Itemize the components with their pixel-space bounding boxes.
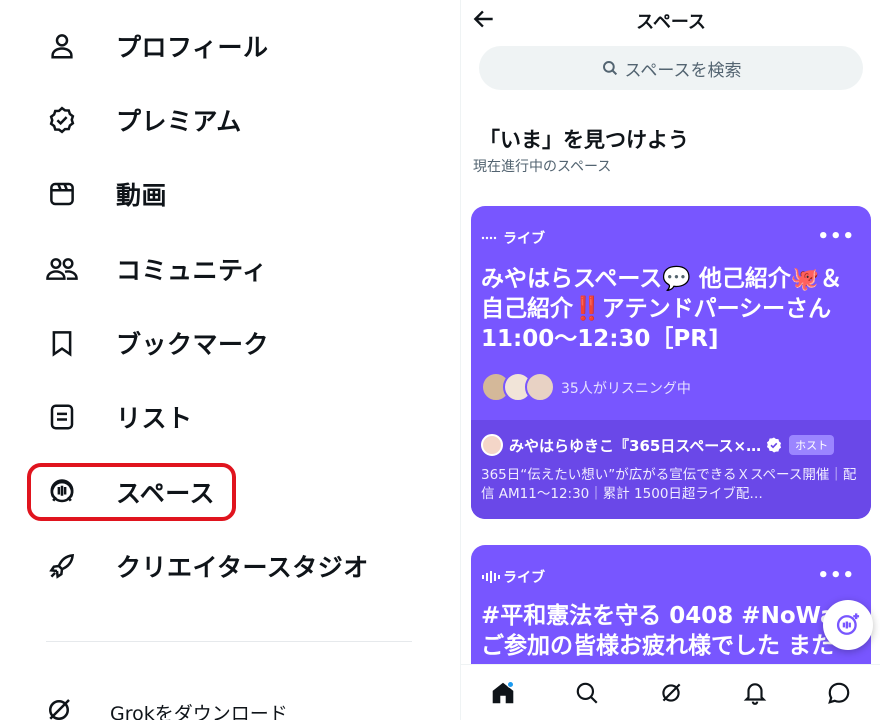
nav-search[interactable] — [567, 673, 607, 713]
space-card[interactable]: ライブ ••• みやはらスペース💬 他己紹介🐙＆自己紹介‼️アテンドパーシーさん… — [471, 206, 871, 519]
menu-item-label: 動画 — [116, 181, 168, 210]
host-section: みやはらゆきこ『365日スペース×… ホスト 365日“伝えたい想い”が広がる宣… — [471, 420, 871, 519]
search-placeholder: スペースを検索 — [624, 60, 742, 81]
listener-avatars — [481, 372, 555, 404]
notification-dot — [507, 680, 514, 688]
section-subtitle: 現在進行中のスペース — [473, 159, 612, 175]
notifications-icon — [743, 682, 767, 705]
live-indicator: ライブ — [481, 228, 545, 248]
menu-item-lists[interactable]: リスト — [44, 395, 192, 439]
menu-item-creator-studio[interactable]: クリエイタースタジオ — [44, 544, 368, 588]
host-avatar — [481, 434, 503, 456]
nav-notifications[interactable] — [735, 673, 775, 713]
menu-item-label: ブックマーク — [116, 330, 270, 359]
menu-item-video[interactable]: 動画 — [44, 172, 167, 216]
messages-icon — [828, 682, 850, 704]
side-menu: プロフィール プレミアム 動画 コミュニティ ブックマーク リスト スペース ク… — [0, 0, 460, 720]
live-label: ライブ — [503, 570, 545, 586]
listeners-row: 35人がリスニング中 — [481, 372, 691, 404]
live-wave-icon — [481, 234, 503, 242]
search-icon — [602, 61, 617, 76]
grok-icon — [662, 683, 681, 702]
host-name: みやはらゆきこ『365日スペース×… — [509, 436, 762, 455]
nav-home[interactable] — [483, 673, 523, 713]
spaces-plus-icon — [836, 613, 860, 635]
space-title-line: ご参加の皆様お疲れ様でした また — [481, 633, 835, 659]
menu-divider — [46, 641, 412, 642]
menu-item-communities[interactable]: コミュニティ — [44, 247, 267, 291]
grok-download-label: Grokをダウンロード — [110, 702, 288, 720]
more-options-button[interactable]: ••• — [817, 565, 855, 586]
bookmark-icon — [44, 325, 80, 361]
space-title: みやはらスペース💬 他己紹介🐙＆自己紹介‼️アテンドパーシーさん11:00〜12… — [481, 266, 843, 352]
verified-badge-icon — [765, 436, 783, 454]
section-title: 「いま」を見つけよう — [479, 128, 689, 152]
bottom-navigation — [461, 664, 880, 720]
space-title-line: #平和憲法を守る 0408 #NoWa — [481, 603, 836, 629]
highlight-annotation — [27, 463, 236, 521]
create-space-button[interactable] — [823, 600, 873, 650]
menu-item-label: プロフィール — [116, 33, 269, 62]
menu-item-label: リスト — [116, 404, 193, 433]
menu-item-label: コミュニティ — [116, 256, 268, 285]
video-icon — [44, 176, 80, 212]
menu-item-premium[interactable]: プレミアム — [44, 98, 241, 142]
space-title: #平和憲法を守る 0408 #NoWa ご参加の皆様お疲れ様でした また — [481, 601, 861, 661]
avatar — [525, 372, 555, 402]
host-description: 365日“伝えたい想い”が広がる宣伝できるＸスペース開催｜配信 AM11～12:… — [481, 467, 857, 502]
menu-item-label: プレミアム — [116, 107, 242, 136]
host-row: みやはらゆきこ『365日スペース×… ホスト — [481, 434, 835, 456]
listener-count: 35人がリスニング中 — [561, 381, 691, 397]
live-label: ライブ — [503, 231, 545, 247]
search-icon — [576, 682, 598, 704]
menu-item-bookmarks[interactable]: ブックマーク — [44, 321, 269, 365]
download-grok-link[interactable]: Grokをダウンロード — [44, 695, 288, 720]
spaces-page: スペース スペースを検索 「いま」を見つけよう 現在進行中のスペース ライブ •… — [460, 0, 880, 720]
list-icon — [44, 399, 80, 435]
person-icon — [44, 28, 80, 64]
more-options-button[interactable]: ••• — [817, 226, 855, 247]
top-bar: スペース — [461, 0, 880, 40]
page-title: スペース — [636, 12, 706, 33]
live-indicator: ライブ — [481, 567, 545, 587]
grok-icon — [44, 695, 74, 720]
verified-badge-icon — [44, 102, 80, 138]
rocket-icon — [44, 548, 80, 584]
menu-item-profile[interactable]: プロフィール — [44, 24, 268, 68]
live-wave-icon — [481, 570, 503, 584]
search-input[interactable]: スペースを検索 — [479, 46, 863, 90]
nav-grok[interactable] — [651, 673, 691, 713]
people-icon — [44, 251, 80, 287]
host-badge: ホスト — [789, 435, 835, 455]
menu-item-label: クリエイタースタジオ — [116, 553, 369, 582]
nav-messages[interactable] — [819, 673, 859, 713]
